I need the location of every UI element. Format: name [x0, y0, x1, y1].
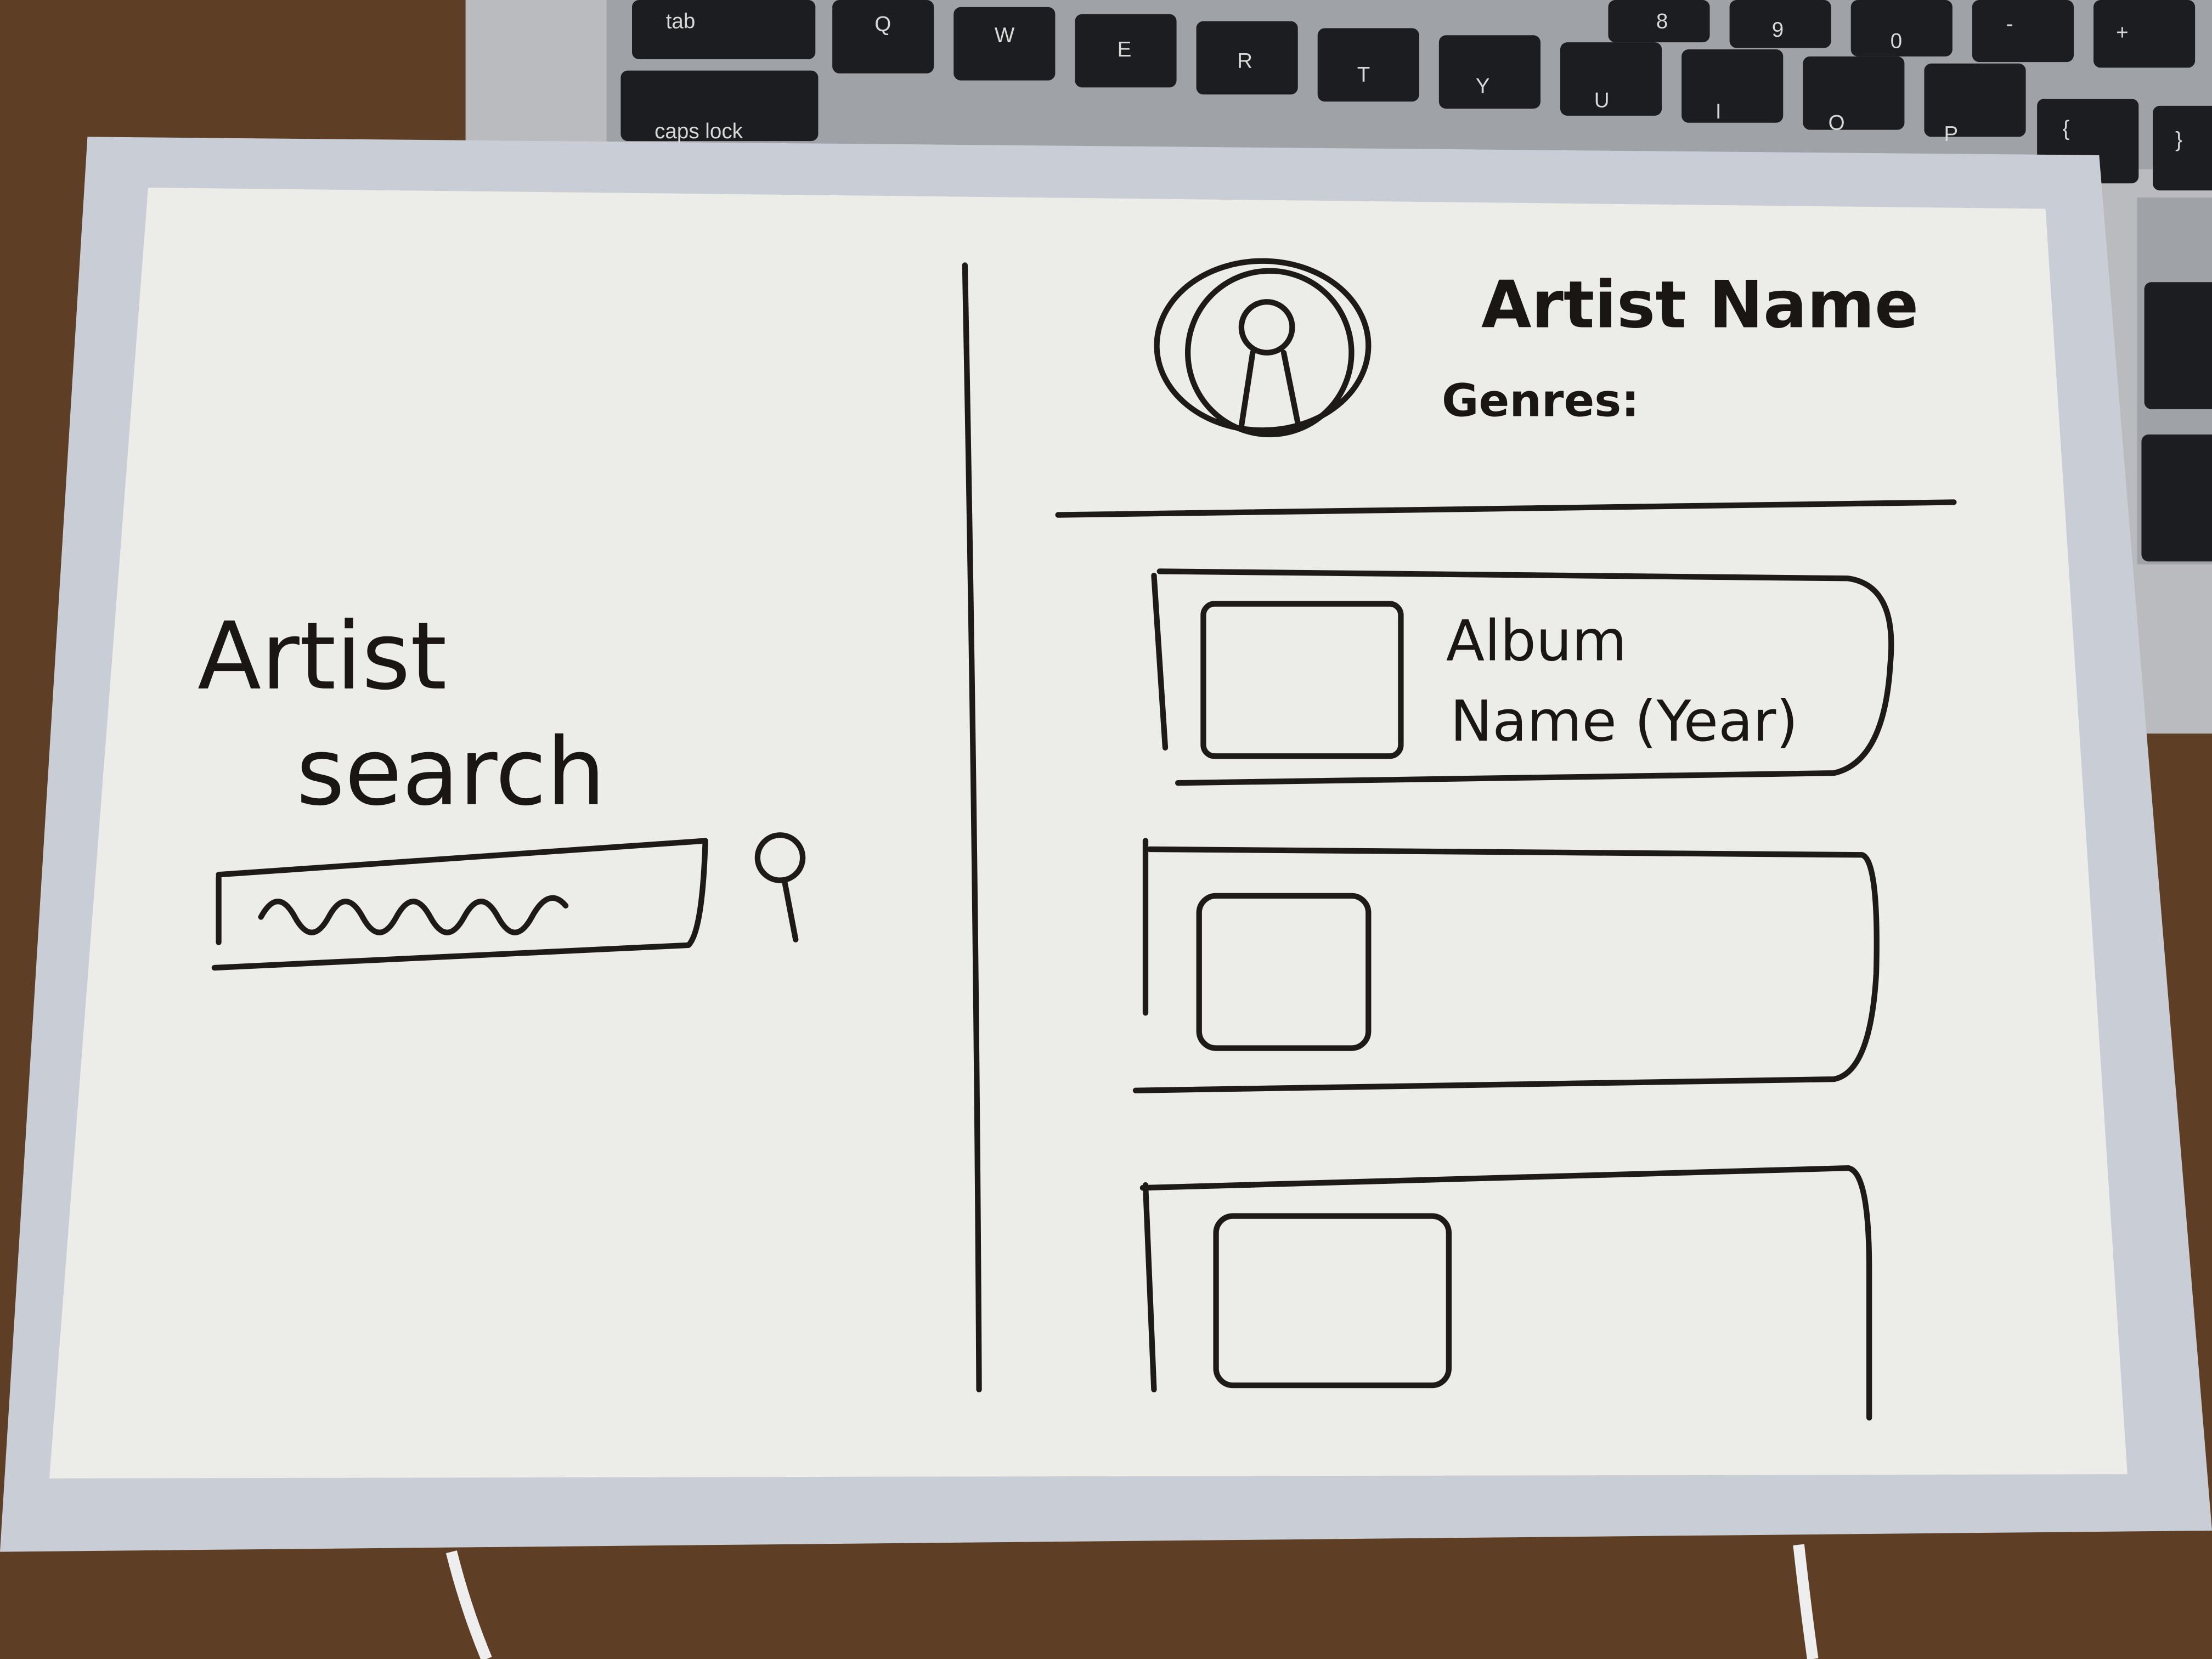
- svg-text:U: U: [1594, 88, 1610, 112]
- svg-text:W: W: [995, 24, 1015, 47]
- svg-text:T: T: [1357, 63, 1370, 87]
- album-title: Album: [1446, 608, 1627, 674]
- key-label: tab: [666, 9, 696, 33]
- svg-text:9: 9: [1772, 18, 1784, 42]
- svg-text:+: +: [2116, 21, 2129, 44]
- svg-text:R: R: [1237, 49, 1252, 72]
- key-tab: [632, 0, 816, 59]
- svg-text:8: 8: [1656, 9, 1668, 33]
- svg-text:Q: Q: [874, 13, 891, 36]
- svg-text:0: 0: [1891, 29, 1902, 53]
- svg-text:E: E: [1118, 38, 1132, 61]
- genres-label: Genres:: [1442, 375, 1639, 427]
- svg-text:P: P: [1944, 122, 1958, 146]
- artist-name: Artist Name: [1481, 267, 1918, 343]
- search-title: Artist: [198, 602, 447, 711]
- search-title-line2: search: [296, 718, 606, 827]
- svg-text:Y: Y: [1476, 75, 1490, 98]
- svg-text:-: -: [2006, 13, 2013, 36]
- svg-text:{: {: [2062, 117, 2069, 140]
- svg-text:caps lock: caps lock: [654, 120, 743, 143]
- whiteboard-photo: tab Q W E R T Y U I O P caps lock 8 9 0 …: [0, 0, 2212, 1659]
- svg-text:O: O: [1829, 111, 1845, 135]
- album-year: Name (Year): [1450, 689, 1798, 754]
- svg-text:I: I: [1716, 100, 1722, 123]
- svg-text:}: }: [2175, 128, 2182, 151]
- whiteboard-surface: [49, 188, 2128, 1479]
